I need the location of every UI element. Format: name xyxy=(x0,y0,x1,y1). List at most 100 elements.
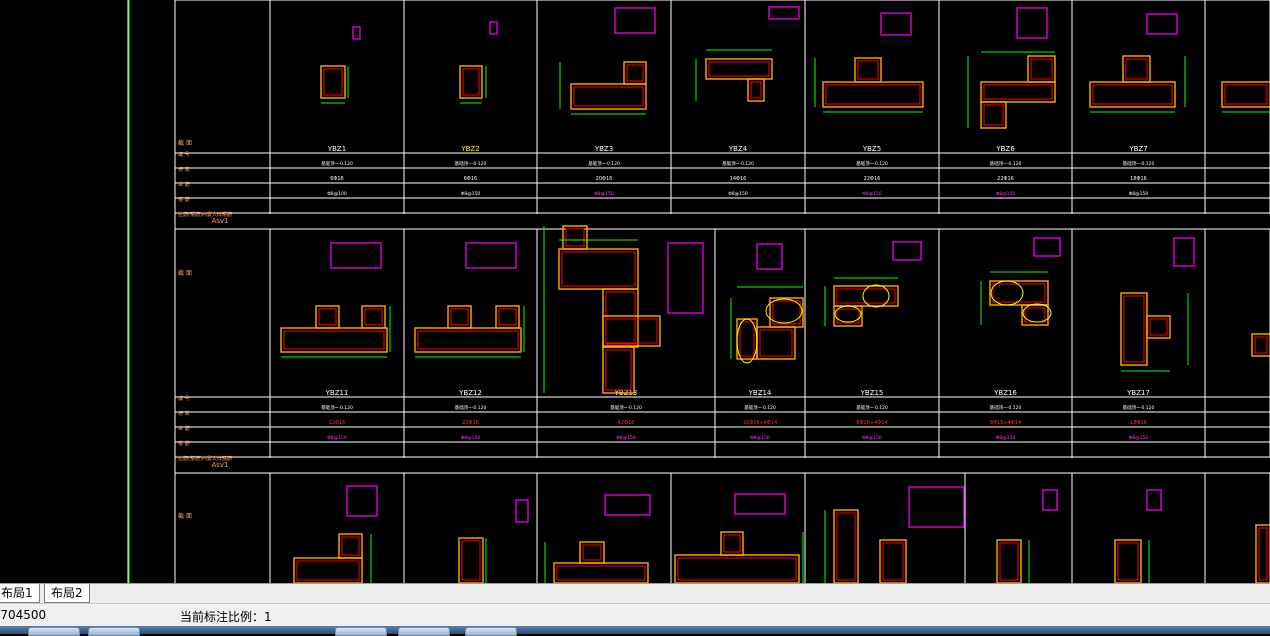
rebar-cage xyxy=(983,104,1004,126)
stirrup-detail xyxy=(604,494,651,516)
highlight-ellipse xyxy=(862,284,890,308)
detail-table-drawing: 截 面编 号标 高纵 筋箍 筋拉筋(箍筋)内置大样箍筋YBZ1基础顶~-0.12… xyxy=(127,0,1270,583)
rebar-cage xyxy=(1092,84,1173,105)
rebar-cage xyxy=(605,318,658,344)
column-stirrup-label: Φ8@100 xyxy=(327,191,347,197)
column-elev-label: 基础顶~-0.120 xyxy=(455,160,487,167)
column-outline xyxy=(1255,524,1270,583)
column-elev-label: 基础顶~-0.120 xyxy=(1123,404,1155,411)
stirrup-detail xyxy=(768,6,800,20)
column-outline xyxy=(1027,55,1056,83)
coordinate-readout: -704500 xyxy=(0,608,47,622)
rebar-cage xyxy=(1149,318,1168,336)
column-elev-label: 基础顶~-0.120 xyxy=(1123,160,1155,167)
column-outline xyxy=(602,288,639,348)
column-outline xyxy=(879,539,907,583)
rebar-cage xyxy=(605,291,636,345)
tab-layout1[interactable]: 布局1 xyxy=(0,584,40,603)
stirrup-detail xyxy=(1042,489,1058,511)
rebar-cage xyxy=(1123,295,1145,363)
stirrup-detail xyxy=(892,241,922,261)
column-outline xyxy=(320,65,346,99)
rebar-cage xyxy=(626,64,644,82)
row-label: 编 号 xyxy=(178,395,190,402)
rebar-cage xyxy=(283,330,385,350)
column-rebar-label: 22Φ16 xyxy=(462,420,479,426)
taskbar-app-button[interactable] xyxy=(335,627,387,636)
column-rebar-label: 42Φ16 xyxy=(618,420,635,426)
rebar-cage xyxy=(825,84,921,105)
column-outline xyxy=(558,248,639,290)
row-label-section: 截 面 xyxy=(178,512,192,520)
row-label: 标 高 xyxy=(178,166,190,173)
rebar-cage xyxy=(999,542,1019,581)
column-rebar-label: 6Φ16 xyxy=(330,176,343,182)
column-outline xyxy=(674,554,800,583)
rebar-cage xyxy=(836,288,896,304)
column-outline xyxy=(833,509,859,583)
column-id-label: YBZ17 xyxy=(1126,389,1150,397)
stirrup-detail xyxy=(1033,237,1061,257)
row-label: 纵 筋 xyxy=(178,425,190,432)
rebar-cage xyxy=(1125,58,1148,80)
stirrup-detail xyxy=(515,499,529,523)
column-id-label: YBZ14 xyxy=(748,389,772,397)
column-stirrup-label: Φ8@150 xyxy=(1129,435,1149,441)
column-id-label: YBZ7 xyxy=(1128,145,1147,153)
stirrup-detail xyxy=(734,493,786,515)
stirrup-detail xyxy=(330,242,382,269)
stirrup-detail xyxy=(352,26,361,40)
stirrup-detail xyxy=(756,243,783,270)
column-elev-label: 基础顶~-0.120 xyxy=(990,404,1022,411)
tab-layout2[interactable]: 布局2 xyxy=(44,584,90,603)
rebar-cage xyxy=(750,81,762,99)
rebar-cage xyxy=(565,228,585,247)
rebar-cage xyxy=(461,540,481,581)
row-label: 编 号 xyxy=(178,151,190,158)
rebar-cage xyxy=(561,251,636,287)
rebar-cage xyxy=(556,565,646,581)
column-stirrup-label: Φ8@150 xyxy=(461,191,481,197)
stirrup-detail xyxy=(489,21,498,35)
stirrup-detail xyxy=(1016,7,1048,39)
highlight-ellipse xyxy=(834,305,862,323)
column-stirrup-label: Φ8@150 xyxy=(1129,191,1149,197)
stirrup-detail xyxy=(346,485,378,517)
column-id-label: YBZ2 xyxy=(460,145,479,153)
rebar-cage xyxy=(318,308,337,326)
column-stirrup-label: Φ8@150 xyxy=(996,191,1016,197)
stirrup-detail xyxy=(614,7,656,34)
stirrup-detail xyxy=(667,242,704,314)
column-rebar-label: 6Φ16 xyxy=(464,176,477,182)
column-outline xyxy=(1221,81,1270,108)
taskbar-app-button[interactable] xyxy=(88,627,140,636)
rebar-cage xyxy=(708,61,770,77)
column-elev-label: 基础顶~-0.120 xyxy=(588,160,620,167)
column-id-label: YBZ3 xyxy=(594,145,613,153)
column-outline xyxy=(280,327,388,353)
rebar-cage xyxy=(739,321,755,357)
start-orb-button[interactable] xyxy=(28,627,80,636)
rebar-cage xyxy=(992,283,1046,303)
row-label: 箍 筋 xyxy=(178,196,190,203)
column-stirrup-label: Φ8@150 xyxy=(616,435,636,441)
column-rebar-label: 18Φ16 xyxy=(1130,420,1147,426)
rebar-cage xyxy=(341,536,360,556)
rebar-cage xyxy=(498,308,517,326)
stirrup-detail xyxy=(880,12,912,36)
row-label: 标 高 xyxy=(178,410,190,417)
column-stirrup-label: Φ8@150 xyxy=(996,435,1016,441)
rebar-cage xyxy=(605,349,632,391)
taskbar-app-button[interactable] xyxy=(398,627,450,636)
column-outline xyxy=(414,327,522,353)
cad-drawing-canvas[interactable]: 截 面编 号标 高纵 筋箍 筋拉筋(箍筋)内置大样箍筋 YBZ1 基础顶~-0.12… xyxy=(0,0,1270,583)
rebar-cage xyxy=(1030,58,1053,80)
rebar-cage xyxy=(677,557,797,581)
rebar-cage xyxy=(364,308,383,326)
highlight-ellipse xyxy=(990,280,1024,306)
taskbar-app-button[interactable] xyxy=(465,627,517,636)
stirrup-detail xyxy=(1146,489,1162,511)
column-elev-label: 基础顶~-0.120 xyxy=(856,160,888,167)
rebar-cage xyxy=(296,560,360,581)
column-stirrup-label: Φ8@150 xyxy=(862,191,882,197)
